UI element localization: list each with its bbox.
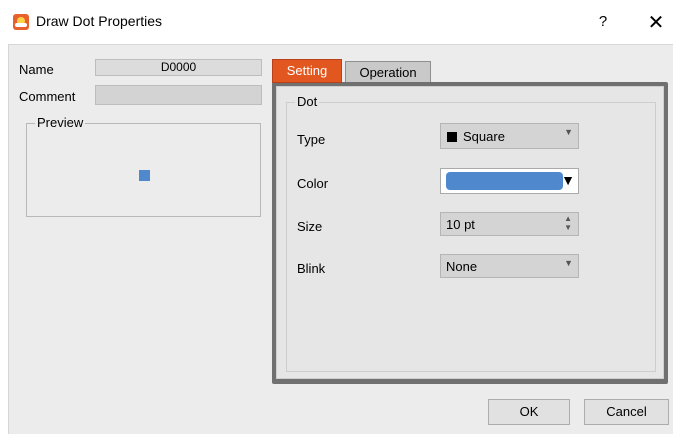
app-icon — [13, 14, 29, 30]
name-field: D0000 — [95, 59, 262, 76]
type-label: Type — [297, 132, 326, 147]
size-spinbox[interactable]: 10 pt ▲ ▼ — [440, 212, 579, 236]
preview-label: Preview — [35, 115, 86, 130]
spin-arrows-icon[interactable]: ▲ ▼ — [564, 214, 572, 232]
tab-operation[interactable]: Operation — [345, 61, 431, 83]
preview-dot — [139, 170, 150, 181]
help-button[interactable]: ? — [593, 12, 613, 32]
cancel-button[interactable]: Cancel — [584, 399, 669, 425]
comment-label: Comment — [19, 89, 76, 104]
size-value: 10 pt — [446, 217, 475, 232]
type-value: Square — [463, 129, 505, 144]
color-picker[interactable]: ▼ — [440, 168, 579, 194]
title-bar: Draw Dot Properties ? ✕ — [0, 0, 673, 44]
square-icon — [447, 132, 457, 142]
color-label: Color — [297, 176, 329, 191]
size-label: Size — [297, 219, 323, 234]
chevron-down-icon: ▼ — [564, 258, 573, 268]
type-dropdown[interactable]: Square ▼ — [440, 123, 579, 149]
chevron-down-icon: ▼ — [564, 127, 573, 137]
close-button[interactable]: ✕ — [645, 11, 667, 33]
ok-button[interactable]: OK — [488, 399, 570, 425]
color-swatch — [446, 172, 563, 190]
blink-value: None — [446, 259, 478, 274]
window-title: Draw Dot Properties — [36, 13, 163, 29]
dot-group-label: Dot — [295, 94, 320, 109]
name-label: Name — [19, 62, 54, 77]
caret-down-icon: ▼ — [561, 172, 575, 188]
tab-setting[interactable]: Setting — [272, 59, 342, 83]
blink-dropdown[interactable]: None ▼ — [440, 254, 579, 278]
comment-input[interactable] — [95, 85, 262, 105]
preview-group: Preview — [26, 115, 261, 217]
blink-label: Blink — [297, 261, 326, 276]
